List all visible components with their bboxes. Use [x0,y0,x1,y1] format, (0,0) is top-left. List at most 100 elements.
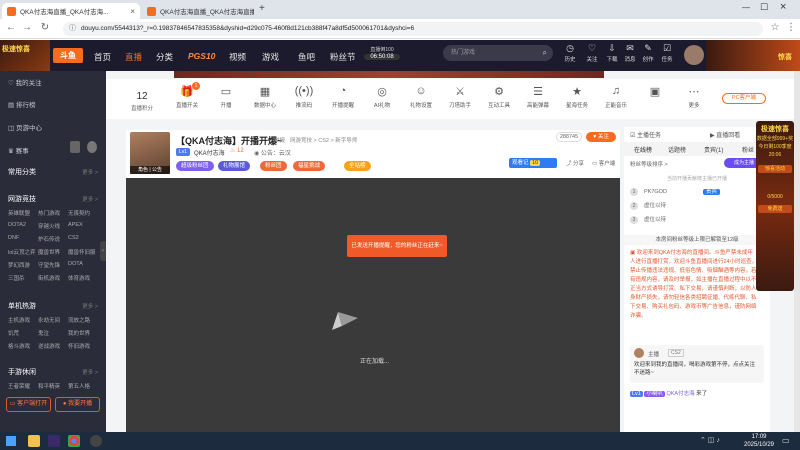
sidebar-category-item[interactable]: 无畏契约 [68,209,90,217]
close-window-icon[interactable]: × [780,1,786,13]
sidebar-category-item[interactable]: 穿越火线 [38,222,60,230]
watch-record-badge[interactable]: 观看记 10 [509,158,557,168]
tab-fans[interactable]: 粉丝 [742,145,754,154]
start-live-button[interactable]: ● 我要开播 [55,397,100,412]
search-icon[interactable]: ⌕ [543,45,547,61]
live-score[interactable]: 12 直播积分 [128,91,156,112]
url-input[interactable]: ⓘ douyu.com/5544313?_r=0.198378465478353… [63,22,763,36]
sidebar-item-following[interactable]: ♡ 我的关注 [8,77,42,87]
anchor-name[interactable]: QKA付志海 [194,148,225,157]
tool-tv[interactable]: ▭ 开播 [209,85,243,109]
tool-tools[interactable]: ⚙ 互动工具 [482,85,516,109]
user-avatar[interactable] [684,45,704,65]
site-info-icon[interactable]: ⓘ [69,22,76,36]
menu-icon[interactable]: ⋮ [784,22,798,33]
sidebar-category-item[interactable]: 鬼泣 [38,329,49,337]
sidebar-category-item[interactable]: lol云顶之弈 [8,248,36,256]
sidebar-category-item[interactable]: 第五人格 [68,382,90,390]
tag-lucky-challenge[interactable]: 福星挑战 [293,161,326,171]
minimize-icon[interactable]: — [742,3,750,12]
sidebar-category-item[interactable]: CS2 [68,235,79,241]
system-tray-icon[interactable]: ⌃ ◫ ♪ [700,436,720,444]
promo-banner-right[interactable]: 惊喜 [706,40,800,71]
nav-yuba[interactable]: 鱼吧 [298,51,315,63]
bookmark-icon[interactable]: ☆ [768,22,782,33]
settings-icon[interactable] [90,435,102,447]
client-button[interactable]: ▭ 客户端 [592,159,615,167]
sidebar-category-item[interactable]: 魔兽怀旧服 [68,248,96,256]
sidebar-category-item[interactable]: DOTA2 [8,222,26,228]
nav-pgs10[interactable]: PGS10 [188,51,215,61]
sidebar-category-item[interactable]: DOTA [68,261,83,267]
browser-tab[interactable]: QKA付志海直播_QKA付志海直播... × [142,3,254,19]
rank-row[interactable]: 1 PK7GOD 贵宾 [630,187,720,196]
tab-online[interactable]: 在线榜 [634,145,652,154]
sidebar-category-item[interactable]: 永劫无间 [38,316,60,324]
share-button[interactable]: ⤴ 分享 [566,159,584,167]
sidebar-category-item[interactable]: 和平精英 [38,382,60,390]
follow-button[interactable]: ♡ 关注 [581,43,603,63]
sidebar-category-item[interactable]: 怀旧游戏 [68,342,90,350]
client-open-button[interactable]: ▭ 客户端打开 [6,397,51,412]
promo-banner-left[interactable]: 极速惊喜 [0,40,50,71]
tag-site-ranking[interactable]: 全站榜 [344,161,371,171]
douyu-logo[interactable]: 斗鱼 [53,48,83,63]
sidebar-category-item[interactable]: APEX [68,222,83,228]
browser-tab-active[interactable]: QKA付志海直播_QKA付志海... × [2,3,140,19]
sidebar-category-item[interactable]: 格斗游戏 [8,342,30,350]
sidebar-category-item[interactable]: 我的世界 [68,329,90,337]
floating-promo[interactable]: 极速惊喜 数据全部999+奖 今日剩100季度 20:06 惊喜活动 0/500… [756,121,794,291]
sidebar-item-events[interactable]: ♛ 赛事 [8,145,29,155]
section-more[interactable]: 更多 > [82,168,98,176]
tool-bell[interactable]: ◔ 开播提醒 [326,85,360,109]
tool-danmu[interactable]: ☰ 高能弹幕 [521,85,555,109]
windows-start-icon[interactable] [6,436,16,446]
nav-home[interactable]: 首页 [94,51,111,63]
nav-fans-festival[interactable]: 粉丝节 [330,51,356,63]
sidebar-category-item[interactable]: 炉石传说 [38,235,60,243]
app-icon[interactable] [48,435,60,447]
sidebar-item-ranking[interactable]: ▤ 排行榜 [8,99,35,109]
enter-user-name[interactable]: QKA付志海 [666,391,694,397]
tool-sword[interactable]: ⚔ 刀塔助手 [443,85,477,109]
sidebar-category-item[interactable]: 逆战游戏 [38,342,60,350]
tag-super-fans[interactable]: 超级粉丝团 [176,161,214,171]
tool-chart[interactable]: ▦ 数据中心 [248,85,282,109]
sidebar-category-item[interactable]: 守望先锋 [38,261,60,269]
sidebar-category-item[interactable]: 体育游戏 [68,274,90,282]
sidebar-category-item[interactable]: DNF [8,235,19,241]
back-icon[interactable]: ← [4,22,18,33]
tool-gift[interactable]: 🎁 直播开关 1 [170,82,204,109]
live-countdown-badge[interactable]: 直播倒100 06:50:08 [364,46,400,65]
sidebar-category-item[interactable]: 王者荣耀 [8,382,30,390]
rank-row[interactable]: 2 虚位以待 [630,201,666,210]
fans-sort-link[interactable]: 粉丝等级排序 > [630,160,668,168]
sidebar-category-item[interactable]: 流放之路 [68,316,90,324]
sidebar-category-item[interactable]: 街机游戏 [38,274,60,282]
tool-box[interactable]: ▣ [638,85,672,99]
reload-icon[interactable]: ↻ [38,22,52,33]
close-tab-icon[interactable]: × [130,7,135,16]
replay-tab[interactable]: ▶ 直播回看 [710,130,740,139]
section-more[interactable]: 更多 > [82,368,98,376]
page-scrollbar[interactable] [794,71,800,432]
chrome-icon[interactable] [68,435,80,447]
tab-vip[interactable]: 贵宾(1) [704,145,723,154]
nav-video[interactable]: 视频 [229,51,246,63]
tool-ai[interactable]: ◎ AI礼物 [365,85,399,109]
forward-icon[interactable]: → [20,22,34,33]
team-logo-icon[interactable] [70,141,80,153]
section-more[interactable]: 更多 > [82,195,98,203]
tag-fan-club[interactable]: 粉丝团 [260,161,287,171]
clock[interactable]: 17:09 2025/10/29 [742,433,776,449]
tool-star[interactable]: ★ 星海任务 [560,85,594,109]
nav-live[interactable]: 直播 [125,51,142,63]
sidebar-category-item[interactable]: 主机游戏 [8,316,30,324]
anchor-task-tab[interactable]: ☑ 主播任务 [630,130,661,139]
anchor-avatar[interactable]: 角色 | 公告 [130,132,170,174]
room-category[interactable]: 网游竞技 > CS2 > 新字导师 [290,136,357,144]
task-button[interactable]: ☑ 任务 [656,43,678,63]
sidebar-category-item[interactable]: 饥荒 [8,329,19,337]
file-explorer-icon[interactable] [28,435,40,447]
tool-music[interactable]: ♫ 正能音乐 [599,85,633,109]
